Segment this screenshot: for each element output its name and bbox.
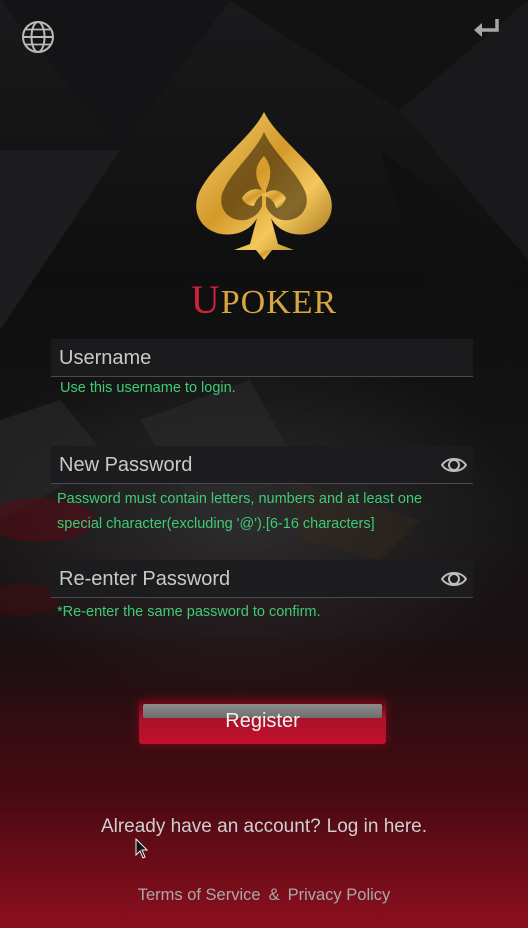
brand-rest: POKER xyxy=(220,284,338,321)
reenter-password-field[interactable] xyxy=(51,560,473,598)
eye-icon[interactable] xyxy=(441,454,467,476)
back-arrow-icon[interactable] xyxy=(472,17,502,41)
brand-wordmark: UPOKER xyxy=(0,276,528,323)
new-password-hint-line1: Password must contain letters, numbers a… xyxy=(57,491,423,507)
register-button[interactable]: Register xyxy=(139,700,386,744)
privacy-policy-link[interactable]: Privacy Policy xyxy=(288,886,391,904)
username-hint: Use this username to login. xyxy=(60,380,236,396)
upoker-spade-logo xyxy=(196,112,332,260)
username-input[interactable] xyxy=(59,339,429,377)
new-password-field[interactable] xyxy=(51,446,473,484)
footer: Terms of Service & Privacy Policy xyxy=(0,886,528,905)
brand-first-letter: U xyxy=(190,277,221,322)
login-question: Already have an account? xyxy=(100,816,321,837)
terms-of-service-link[interactable]: Terms of Service xyxy=(138,886,261,904)
login-link[interactable]: Log in here. xyxy=(327,816,427,837)
login-prompt: Already have an account? Log in here. xyxy=(0,816,528,838)
eye-icon[interactable] xyxy=(441,568,467,590)
new-password-hint-line2: special character(excluding '@').[6-16 c… xyxy=(57,516,375,532)
reenter-password-input[interactable] xyxy=(59,560,429,598)
mouse-pointer-icon xyxy=(135,838,149,859)
new-password-input[interactable] xyxy=(59,446,429,484)
globe-icon[interactable] xyxy=(21,20,55,54)
reenter-password-hint: *Re-enter the same password to confirm. xyxy=(57,604,321,620)
register-button-label: Register xyxy=(225,710,300,732)
username-field[interactable] xyxy=(51,339,473,377)
footer-ampersand: & xyxy=(268,886,280,904)
